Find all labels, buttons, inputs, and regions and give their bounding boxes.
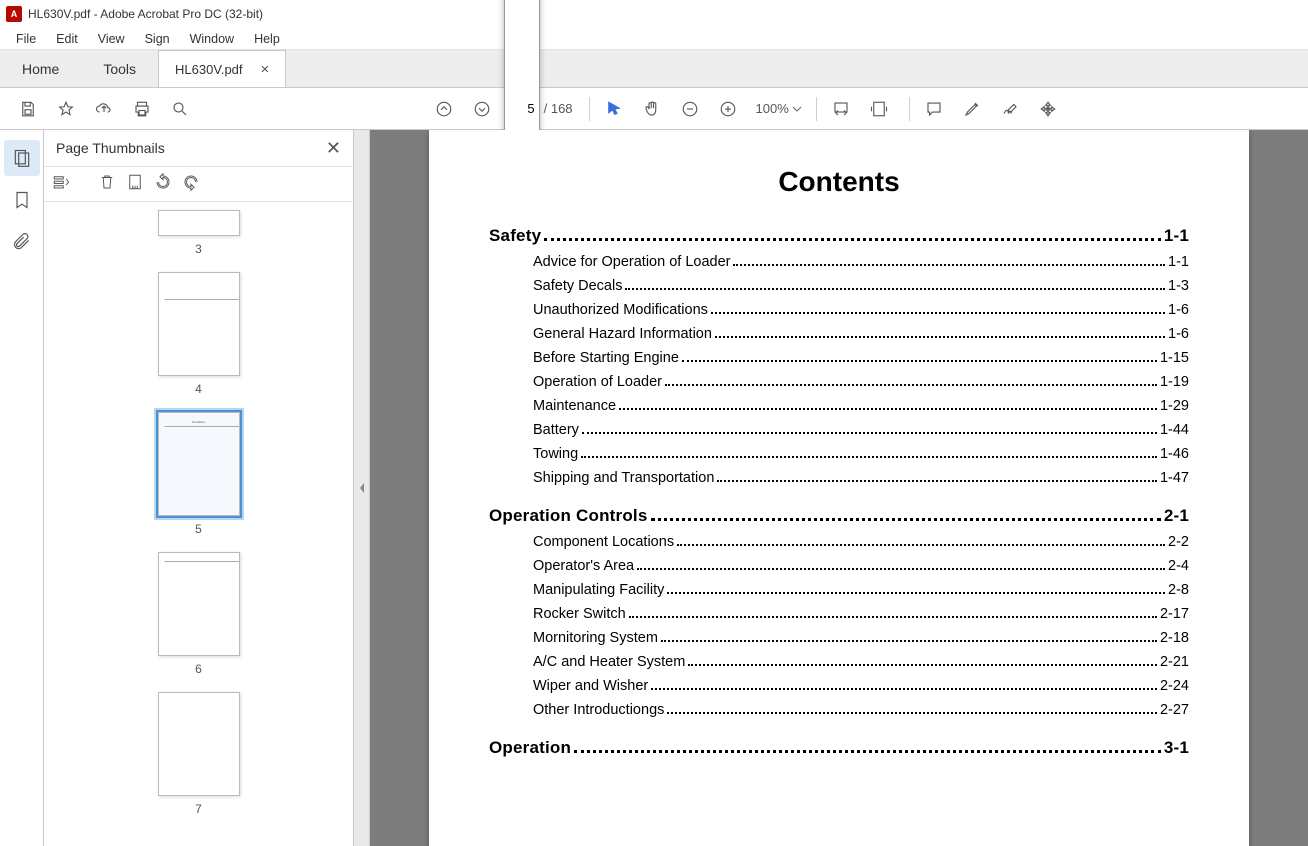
- toc-entry: A/C and Heater System2-21: [489, 654, 1189, 670]
- menu-file[interactable]: File: [6, 30, 46, 48]
- thumbnails-panel: Page Thumbnails ✕ 3 ▬▬▬▬▬▬▬▬▬▬▬▬▬▬▬▬▬▬▬▬…: [44, 130, 354, 846]
- window-titlebar: A HL630V.pdf - Adobe Acrobat Pro DC (32-…: [0, 0, 1308, 28]
- print-icon[interactable]: [126, 93, 158, 125]
- bookmark-icon[interactable]: [4, 182, 40, 218]
- rotate-cw-icon[interactable]: [182, 173, 200, 196]
- tab-close-icon[interactable]: ×: [261, 61, 270, 78]
- thumbnails-icon[interactable]: [4, 140, 40, 176]
- pdf-app-icon: A: [6, 6, 22, 22]
- page-up-icon[interactable]: [428, 93, 460, 125]
- page-total: / 168: [544, 101, 573, 116]
- toolbar-separator: [816, 97, 817, 121]
- page-down-icon[interactable]: [466, 93, 498, 125]
- thumbnail-page[interactable]: ▬▬▬▬▬▬▬▬▬▬▬▬▬▬▬▬▬▬▬▬▬▬▬▬▬▬▬▬▬▬▬▬▬▬▬▬▬▬▬▬…: [44, 272, 353, 396]
- window-title: HL630V.pdf - Adobe Acrobat Pro DC (32-bi…: [28, 7, 263, 21]
- menu-window[interactable]: Window: [180, 30, 244, 48]
- document-view[interactable]: Contents Safety1-1 Advice for Operation o…: [370, 130, 1308, 846]
- thumbnails-list[interactable]: 3 ▬▬▬▬▬▬▬▬▬▬▬▬▬▬▬▬▬▬▬▬▬▬▬▬▬▬▬▬▬▬▬▬▬▬▬▬▬▬…: [44, 202, 353, 846]
- new-page-icon[interactable]: [126, 173, 144, 196]
- pdf-page: Contents Safety1-1 Advice for Operation o…: [429, 130, 1249, 846]
- menu-bar: File Edit View Sign Window Help: [0, 28, 1308, 50]
- nav-tools[interactable]: Tools: [81, 50, 158, 87]
- toc-entry: Safety Decals1-3: [489, 278, 1189, 294]
- document-tabs: Home Tools HL630V.pdf ×: [0, 50, 1308, 88]
- options-icon[interactable]: [52, 173, 70, 196]
- main-toolbar: / 168 100%: [0, 88, 1308, 130]
- document-tab-label: HL630V.pdf: [175, 62, 242, 77]
- rotate-ccw-icon[interactable]: [154, 173, 172, 196]
- menu-sign[interactable]: Sign: [135, 30, 180, 48]
- menu-help[interactable]: Help: [244, 30, 290, 48]
- highlight-icon[interactable]: [956, 93, 988, 125]
- thumbnails-toolbar: [44, 166, 353, 202]
- find-icon[interactable]: [164, 93, 196, 125]
- toc-entry: General Hazard Information1-6: [489, 326, 1189, 342]
- thumbnail-page[interactable]: 7: [44, 692, 353, 816]
- toc-entry: Towing1-46: [489, 446, 1189, 462]
- toc-section: Safety1-1: [489, 226, 1189, 246]
- page-heading: Contents: [489, 166, 1189, 198]
- zoom-in-icon[interactable]: [712, 93, 744, 125]
- toc-entry: Shipping and Transportation1-47: [489, 470, 1189, 486]
- attachment-icon[interactable]: [4, 224, 40, 260]
- thumbnail-page[interactable]: ▬▬▬▬▬▬▬▬▬▬▬▬▬▬▬▬▬▬▬▬▬▬▬▬▬▬▬▬▬▬▬▬▬▬▬▬▬▬▬▬…: [44, 552, 353, 676]
- hand-tool-icon[interactable]: [636, 93, 668, 125]
- cloud-upload-icon[interactable]: [88, 93, 120, 125]
- delete-icon[interactable]: [98, 173, 116, 196]
- zoom-out-icon[interactable]: [674, 93, 706, 125]
- thumbnail-page[interactable]: 3: [44, 210, 353, 256]
- toc-entry: Battery1-44: [489, 422, 1189, 438]
- thumbnails-title: Page Thumbnails: [56, 140, 165, 156]
- toc-entry: Maintenance1-29: [489, 398, 1189, 414]
- panel-collapse-icon[interactable]: [354, 130, 370, 846]
- thumbnail-page-selected[interactable]: Contents▬▬▬▬▬▬▬▬▬▬▬▬▬▬▬▬▬▬▬▬▬▬▬▬▬▬▬▬▬▬▬▬…: [44, 412, 353, 536]
- fit-page-icon[interactable]: [863, 93, 895, 125]
- menu-edit[interactable]: Edit: [46, 30, 88, 48]
- toc-section: Operation Controls 2-1: [489, 506, 1189, 526]
- nav-home[interactable]: Home: [0, 50, 81, 87]
- left-rail: [0, 130, 44, 846]
- comment-icon[interactable]: [918, 93, 950, 125]
- save-icon[interactable]: [12, 93, 44, 125]
- toolbar-separator: [909, 97, 910, 121]
- select-tool-icon[interactable]: [598, 93, 630, 125]
- toc-entry: Wiper and Wisher2-24: [489, 678, 1189, 694]
- more-tools-icon[interactable]: [1032, 93, 1064, 125]
- toolbar-separator: [589, 97, 590, 121]
- toc-entry: Mornitoring System2-18: [489, 630, 1189, 646]
- toc-entry: Before Starting Engine1-15: [489, 350, 1189, 366]
- close-panel-icon[interactable]: ✕: [326, 138, 341, 159]
- document-tab[interactable]: HL630V.pdf ×: [158, 50, 286, 87]
- workspace: Page Thumbnails ✕ 3 ▬▬▬▬▬▬▬▬▬▬▬▬▬▬▬▬▬▬▬▬…: [0, 130, 1308, 846]
- toc-entry: Unauthorized Modifications1-6: [489, 302, 1189, 318]
- toc-entry: Manipulating Facility2-8: [489, 582, 1189, 598]
- toc-section: Operation3-1: [489, 738, 1189, 758]
- star-icon[interactable]: [50, 93, 82, 125]
- fit-width-icon[interactable]: [825, 93, 857, 125]
- toc-entry: Operation of Loader1-19: [489, 374, 1189, 390]
- sign-icon[interactable]: [994, 93, 1026, 125]
- toc-entry: Advice for Operation of Loader1-1: [489, 254, 1189, 270]
- toc-entry: Other Introductiongs2-27: [489, 702, 1189, 718]
- zoom-level[interactable]: 100%: [750, 99, 809, 118]
- toc-entry: Rocker Switch2-17: [489, 606, 1189, 622]
- menu-view[interactable]: View: [88, 30, 135, 48]
- toc-entry: Component Locations2-2: [489, 534, 1189, 550]
- toc-entry: Operator's Area2-4: [489, 558, 1189, 574]
